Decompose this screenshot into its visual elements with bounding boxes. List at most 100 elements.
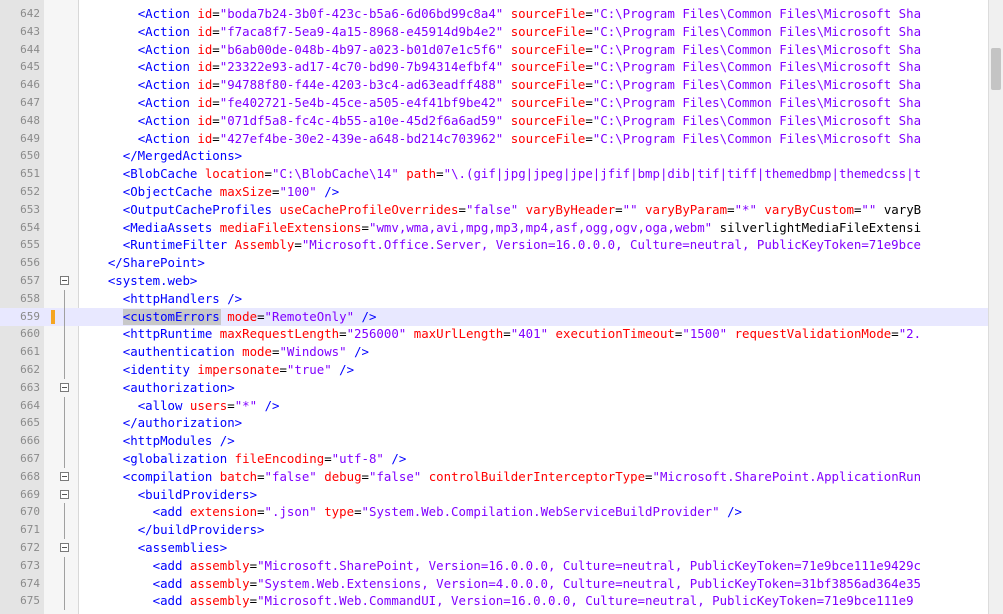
code-text: <assemblies> [137,540,228,555]
fold-guide-line [64,325,65,344]
code-line-674[interactable]: 674 <add assembly="System.Web.Extensions… [0,574,989,593]
code-line-654[interactable]: 654 <MediaAssets mediaFileExtensions="wm… [0,219,989,237]
code-text: <Action id="071df5a8-fc4c-4b55-a10e-45d2… [137,112,922,128]
line-number: 651 [20,167,40,181]
fold-minus-box-icon[interactable] [60,489,69,499]
line-number: 663 [20,380,40,394]
line-number: 671 [20,523,40,537]
code-line-652[interactable]: 652 <ObjectCache maxSize="100" /> [0,183,989,201]
fold-minus-box-icon[interactable] [60,382,69,392]
code-text: <Action id="boda7b24-3b0f-423c-b5a6-6d06… [137,6,922,21]
fold-minus-box-icon[interactable] [60,276,69,285]
code-text: <add assembly="Microsoft.Web.CommandUI, … [152,593,914,609]
code-line-663[interactable]: 663 <authorization> [0,379,989,397]
line-number: 653 [20,202,40,216]
code-text: <customErrors mode="RemoteOnly" /> [122,308,377,324]
line-number: 666 [20,434,40,448]
line-number: 659 [20,309,40,323]
fold-guide-line [64,432,65,451]
code-line-669[interactable]: 669 <buildProviders> [0,486,989,504]
line-number: 658 [20,291,40,305]
code-text: <authentication mode="Windows" /> [122,344,369,360]
code-line-645[interactable]: 645 <Action id="23322e93-ad17-4c70-bd90-… [0,58,989,76]
line-number: 664 [20,398,40,412]
code-text: <allow users="*" /> [137,397,280,413]
line-number: 652 [20,185,40,198]
code-line-667[interactable]: 667 <globalization fileEncoding="utf-8" … [0,450,989,468]
line-number: 648 [20,113,40,127]
code-text: <httpHandlers /> [122,290,243,306]
line-number: 654 [20,220,40,234]
line-number: 656 [20,256,40,270]
code-text: <authorization> [122,379,235,395]
vertical-scrollbar[interactable] [988,0,1003,614]
code-line-661[interactable]: 661 <authentication mode="Windows" /> [0,343,989,362]
fold-guide-line [64,592,65,611]
code-line-649[interactable]: 649 <Action id="427ef4be-30e2-439e-a648-… [0,130,989,148]
line-number: 661 [20,345,40,359]
fold-guide-line [64,503,65,522]
fold-guide-line [64,361,65,379]
code-line-664[interactable]: 664 <allow users="*" /> [0,396,989,415]
code-text: <Action id="b6ab00de-048b-4b97-a023-b01d… [137,41,922,57]
fold-guide-line [64,289,65,308]
code-text: <Action id="fe402721-5e4b-45ce-a505-e4f4… [137,95,922,110]
code-line-675[interactable]: 675 <add assembly="Microsoft.Web.Command… [0,592,989,611]
code-text: <BlobCache location="C:\BlobCache\14" pa… [122,166,922,182]
fold-guide-line [64,450,65,468]
fold-guide-line [64,521,65,540]
code-line-659[interactable]: 659 <customErrors mode="RemoteOnly" /> [0,307,989,326]
code-line-644[interactable]: 644 <Action id="b6ab00de-048b-4b97-a023-… [0,41,989,59]
code-line-672[interactable]: 672 <assemblies> [0,539,989,557]
code-text: <system.web> [107,273,198,288]
fold-minus-box-icon[interactable] [60,471,69,481]
code-line-653[interactable]: 653 <OutputCacheProfiles useCacheProfile… [0,201,989,219]
code-line-665[interactable]: 665 </authorization> [0,414,989,433]
code-line-646[interactable]: 646 <Action id="94788f80-f44e-4203-b3c4-… [0,76,989,94]
code-line-657[interactable]: 657 <system.web> [0,272,989,290]
code-editor[interactable]: 642 <Action id="boda7b24-3b0f-423c-b5a6-… [0,0,1003,614]
code-line-666[interactable]: 666 <httpModules /> [0,432,989,451]
fold-guide-line [64,307,65,326]
fold-minus-box-icon[interactable] [60,543,69,552]
code-text: <RuntimeFilter Assembly="Microsoft.Offic… [122,237,921,253]
code-text: </buildProviders> [137,522,265,538]
code-text: <httpModules /> [122,433,235,449]
code-line-671[interactable]: 671 </buildProviders> [0,521,989,540]
code-line-650[interactable]: 650 </MergedActions> [0,147,989,165]
line-number: 660 [20,327,40,341]
code-line-651[interactable]: 651 <BlobCache location="C:\BlobCache\14… [0,165,989,183]
code-line-655[interactable]: 655 <RuntimeFilter Assembly="Microsoft.O… [0,236,989,254]
line-number: 673 [20,558,40,572]
code-text: <httpRuntime maxRequestLength="256000" m… [122,326,922,342]
code-text: <Action id="f7aca8f7-5ea9-4a15-8968-e459… [137,23,922,39]
code-text: <compilation batch="false" debug="false"… [122,468,922,484]
line-number: 662 [20,363,40,376]
code-text: <Action id="94788f80-f44e-4203-b3c4-ad63… [137,77,922,93]
code-line-670[interactable]: 670 <add extension=".json" type="System.… [0,503,989,522]
code-text: <identity impersonate="true" /> [122,362,355,377]
code-text: <MediaAssets mediaFileExtensions="wmv,wm… [122,219,922,235]
code-line-660[interactable]: 660 <httpRuntime maxRequestLength="25600… [0,325,989,344]
code-line-673[interactable]: 673 <add assembly="Microsoft.SharePoint,… [0,556,989,575]
code-text: </MergedActions> [122,148,243,164]
code-line-668[interactable]: 668 <compilation batch="false" debug="fa… [0,468,989,486]
code-line-658[interactable]: 658 <httpHandlers /> [0,289,989,308]
fold-guide-line [64,343,65,362]
fold-guide-line [64,556,65,575]
code-line-656[interactable]: 656 </SharePoint> [0,254,989,272]
code-line-647[interactable]: 647 <Action id="fe402721-5e4b-45ce-a505-… [0,94,989,112]
line-number: 675 [20,594,40,608]
line-number: 672 [20,541,40,554]
fold-guide-line [64,574,65,593]
line-number: 645 [20,60,40,74]
fold-guide-line [64,396,65,415]
scrollbar-thumb[interactable] [991,48,1001,90]
code-text: <add extension=".json" type="System.Web.… [152,504,742,520]
code-text: <ObjectCache maxSize="100" /> [122,184,340,199]
code-text: <OutputCacheProfiles useCacheProfileOver… [122,201,922,217]
code-line-642[interactable]: 642 <Action id="boda7b24-3b0f-423c-b5a6-… [0,5,989,23]
code-line-662[interactable]: 662 <identity impersonate="true" /> [0,361,989,379]
code-line-648[interactable]: 648 <Action id="071df5a8-fc4c-4b55-a10e-… [0,112,989,130]
code-line-643[interactable]: 643 <Action id="f7aca8f7-5ea9-4a15-8968-… [0,23,989,41]
